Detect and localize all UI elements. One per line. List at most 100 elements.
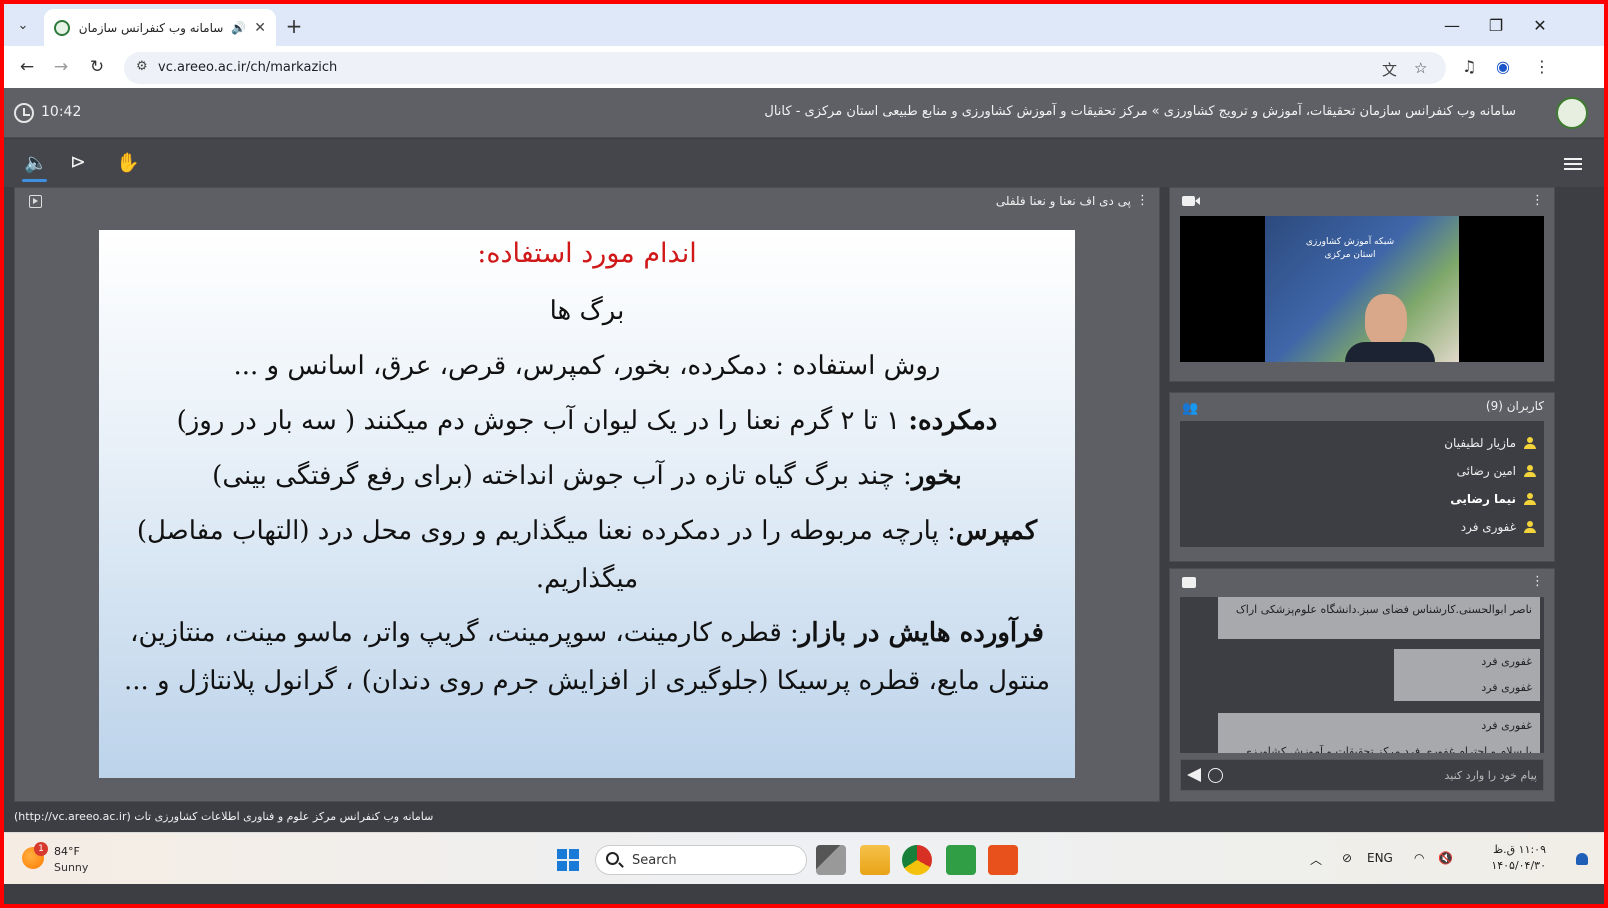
hamburger-menu-icon[interactable] bbox=[1564, 158, 1582, 170]
message-sender: غفوری فرد bbox=[1481, 655, 1532, 668]
speaker-icon[interactable]: 🔊 bbox=[231, 21, 246, 35]
windows-logo-tile bbox=[569, 861, 579, 871]
message-sender: غفوری فرد bbox=[1481, 719, 1532, 732]
site-info-icon[interactable]: ⚙ bbox=[136, 59, 148, 74]
user-item[interactable]: امین رضائی bbox=[1180, 457, 1544, 485]
user-icon bbox=[1524, 465, 1536, 477]
minimize-button[interactable]: — bbox=[1430, 10, 1474, 40]
file-explorer-icon[interactable] bbox=[860, 845, 890, 875]
network-off-icon[interactable]: ⊘ bbox=[1342, 851, 1352, 865]
org-logo bbox=[1556, 97, 1588, 129]
start-button[interactable] bbox=[557, 849, 579, 871]
forward-icon: → bbox=[53, 57, 69, 77]
presentation-toggle-button[interactable]: ⊳ bbox=[70, 151, 86, 173]
close-tab-icon[interactable]: ✕ bbox=[254, 20, 266, 36]
profile-icon[interactable]: ◉ bbox=[1496, 57, 1510, 76]
back-icon: ← bbox=[19, 57, 35, 77]
media-control-icon[interactable]: ♫ bbox=[1462, 57, 1476, 76]
user-item[interactable]: نیما رضایی bbox=[1180, 485, 1544, 513]
slide-text: : چند برگ گیاه تازه در آب جوش انداخته (ب… bbox=[212, 461, 912, 491]
minimize-presentation-icon[interactable] bbox=[29, 195, 42, 208]
camtasia-green-icon[interactable] bbox=[946, 845, 976, 875]
webcam-video[interactable]: شبکه آموزش کشاورزی استان مرکزی bbox=[1180, 216, 1544, 362]
address-bar[interactable]: ⚙ vc.areeo.ac.ir/ch/markazich 文 ☆ bbox=[124, 52, 1446, 84]
chrome-icon[interactable] bbox=[902, 845, 932, 875]
windows-logo-tile bbox=[569, 849, 579, 859]
user-name: امین رضائی bbox=[1456, 464, 1516, 478]
hand-icon: ✋ bbox=[116, 152, 140, 174]
search-icon bbox=[606, 852, 619, 865]
raise-hand-button[interactable]: ✋ bbox=[116, 151, 140, 174]
presenter-face bbox=[1365, 294, 1407, 346]
presentation-panel: ⋮ پی دی اف نعنا و نعنا فلفلی اندام مورد … bbox=[14, 187, 1160, 802]
slide-line: روش استفاده : دمکرده، بخور، کمپرس، قرص، … bbox=[233, 351, 941, 381]
speaker-icon: 🔈 bbox=[24, 152, 48, 174]
user-name: مازیار لطیفیان bbox=[1444, 436, 1516, 450]
notification-bell-icon[interactable] bbox=[1576, 853, 1588, 865]
presentation-slide: اندام مورد استفاده: برگ ها روش استفاده :… bbox=[99, 230, 1075, 778]
tab-search-button[interactable]: ⌄ bbox=[8, 10, 38, 40]
user-item[interactable]: مازیار لطیفیان bbox=[1180, 429, 1544, 457]
chat-icon bbox=[1182, 577, 1196, 588]
close-window-button[interactable]: ✕ bbox=[1518, 10, 1562, 40]
emoji-icon[interactable] bbox=[1208, 768, 1223, 783]
slide-line: بخور: چند برگ گیاه تازه در آب جوش انداخت… bbox=[99, 461, 1075, 491]
star-icon[interactable]: ☆ bbox=[1414, 59, 1427, 77]
meeting-clock: 10:42 bbox=[41, 104, 82, 120]
app-footer: سامانه وب کنفرانس مرکز علوم و فناوری اطل… bbox=[4, 802, 1604, 832]
slide-text: ۱ تا ۲ گرم نعنا را در یک لیوان آب جوش دم… bbox=[176, 406, 909, 436]
message-text: غفوری فرد bbox=[1481, 681, 1532, 694]
close-window-icon: ✕ bbox=[1533, 15, 1547, 35]
clock-icon bbox=[14, 103, 34, 123]
slide-line: میگذاریم. bbox=[535, 564, 639, 594]
plus-icon: + bbox=[285, 14, 303, 38]
slide-heading: اندام مورد استفاده: bbox=[477, 238, 697, 269]
show-hidden-icons-icon[interactable]: ︿ bbox=[1310, 851, 1322, 868]
clock-widget[interactable]: ۱۱:۰۹ ق.ظ ۱۴۰۵/۰۴/۳۰ bbox=[1491, 842, 1546, 874]
user-name: غفوری فرد bbox=[1460, 520, 1516, 534]
users-icon: 👥 bbox=[1182, 401, 1199, 416]
active-indicator bbox=[22, 179, 47, 182]
user-item[interactable]: غفوری فرد bbox=[1180, 513, 1544, 541]
slide-term: کمپرس bbox=[955, 516, 1038, 546]
restore-button[interactable]: ❐ bbox=[1474, 10, 1518, 40]
reload-icon: ↻ bbox=[89, 57, 105, 77]
camtasia-red-icon[interactable] bbox=[988, 845, 1018, 875]
slide-line: منتول مایع، قطره پرسیکا (جلوگیری از افزا… bbox=[123, 666, 1051, 696]
language-indicator[interactable]: ENG bbox=[1367, 851, 1393, 865]
chat-messages[interactable]: ناصر ابوالحسنی.کارشناس فضای سبز.دانشگاه … bbox=[1180, 597, 1544, 753]
translate-icon[interactable]: 文 bbox=[1382, 59, 1397, 80]
users-title: کاربران (9) bbox=[1485, 399, 1544, 413]
wifi-icon[interactable]: ◠ bbox=[1414, 851, 1424, 865]
audio-button[interactable]: 🔈 bbox=[24, 151, 48, 174]
video-menu-icon[interactable]: ⋮ bbox=[1531, 193, 1544, 208]
more-menu-icon[interactable]: ⋮ bbox=[1534, 57, 1550, 76]
url-text[interactable]: vc.areeo.ac.ir/ch/markazich bbox=[158, 60, 337, 75]
forward-button[interactable]: → bbox=[46, 52, 76, 82]
new-tab-button[interactable]: + bbox=[280, 12, 308, 40]
slide-text: : پارچه مربوطه را در دمکرده نعنا میگذاری… bbox=[136, 516, 956, 546]
taskbar-search[interactable]: Search bbox=[595, 845, 807, 875]
back-button[interactable]: ← bbox=[12, 52, 42, 82]
restore-icon: ❐ bbox=[1488, 15, 1504, 35]
message-text: ناصر ابوالحسنی.کارشناس فضای سبز.دانشگاه … bbox=[1235, 603, 1532, 616]
send-icon[interactable] bbox=[1187, 768, 1201, 782]
chat-menu-icon[interactable]: ⋮ bbox=[1531, 574, 1544, 589]
chat-message: ناصر ابوالحسنی.کارشناس فضای سبز.دانشگاه … bbox=[1218, 597, 1540, 639]
presentation-menu-icon[interactable]: ⋮ bbox=[1136, 193, 1149, 208]
minimize-icon: — bbox=[1444, 15, 1460, 35]
banner-text: شبکه آموزش کشاورزی استان مرکزی bbox=[1305, 237, 1395, 260]
system-date: ۱۴۰۵/۰۴/۳۰ bbox=[1491, 859, 1546, 872]
slide-line: کمپرس: پارچه مربوطه را در دمکرده نعنا می… bbox=[99, 516, 1075, 546]
user-icon bbox=[1524, 521, 1536, 533]
reload-button[interactable]: ↻ bbox=[82, 52, 112, 82]
volume-muted-icon[interactable]: 🔇 bbox=[1438, 851, 1453, 865]
user-list: مازیار لطیفیان امین رضائی نیما رضایی غفو… bbox=[1180, 421, 1544, 547]
task-view-icon[interactable] bbox=[816, 845, 846, 875]
slide-term: دمکرده: bbox=[908, 406, 998, 436]
play-icon: ⊳ bbox=[70, 151, 86, 173]
chat-input[interactable] bbox=[1243, 760, 1543, 790]
tab-title: سامانه وب کنفرانس سازمان تحقیقات bbox=[78, 20, 224, 35]
browser-tab[interactable]: سامانه وب کنفرانس سازمان تحقیقات 🔊 ✕ bbox=[44, 9, 276, 46]
